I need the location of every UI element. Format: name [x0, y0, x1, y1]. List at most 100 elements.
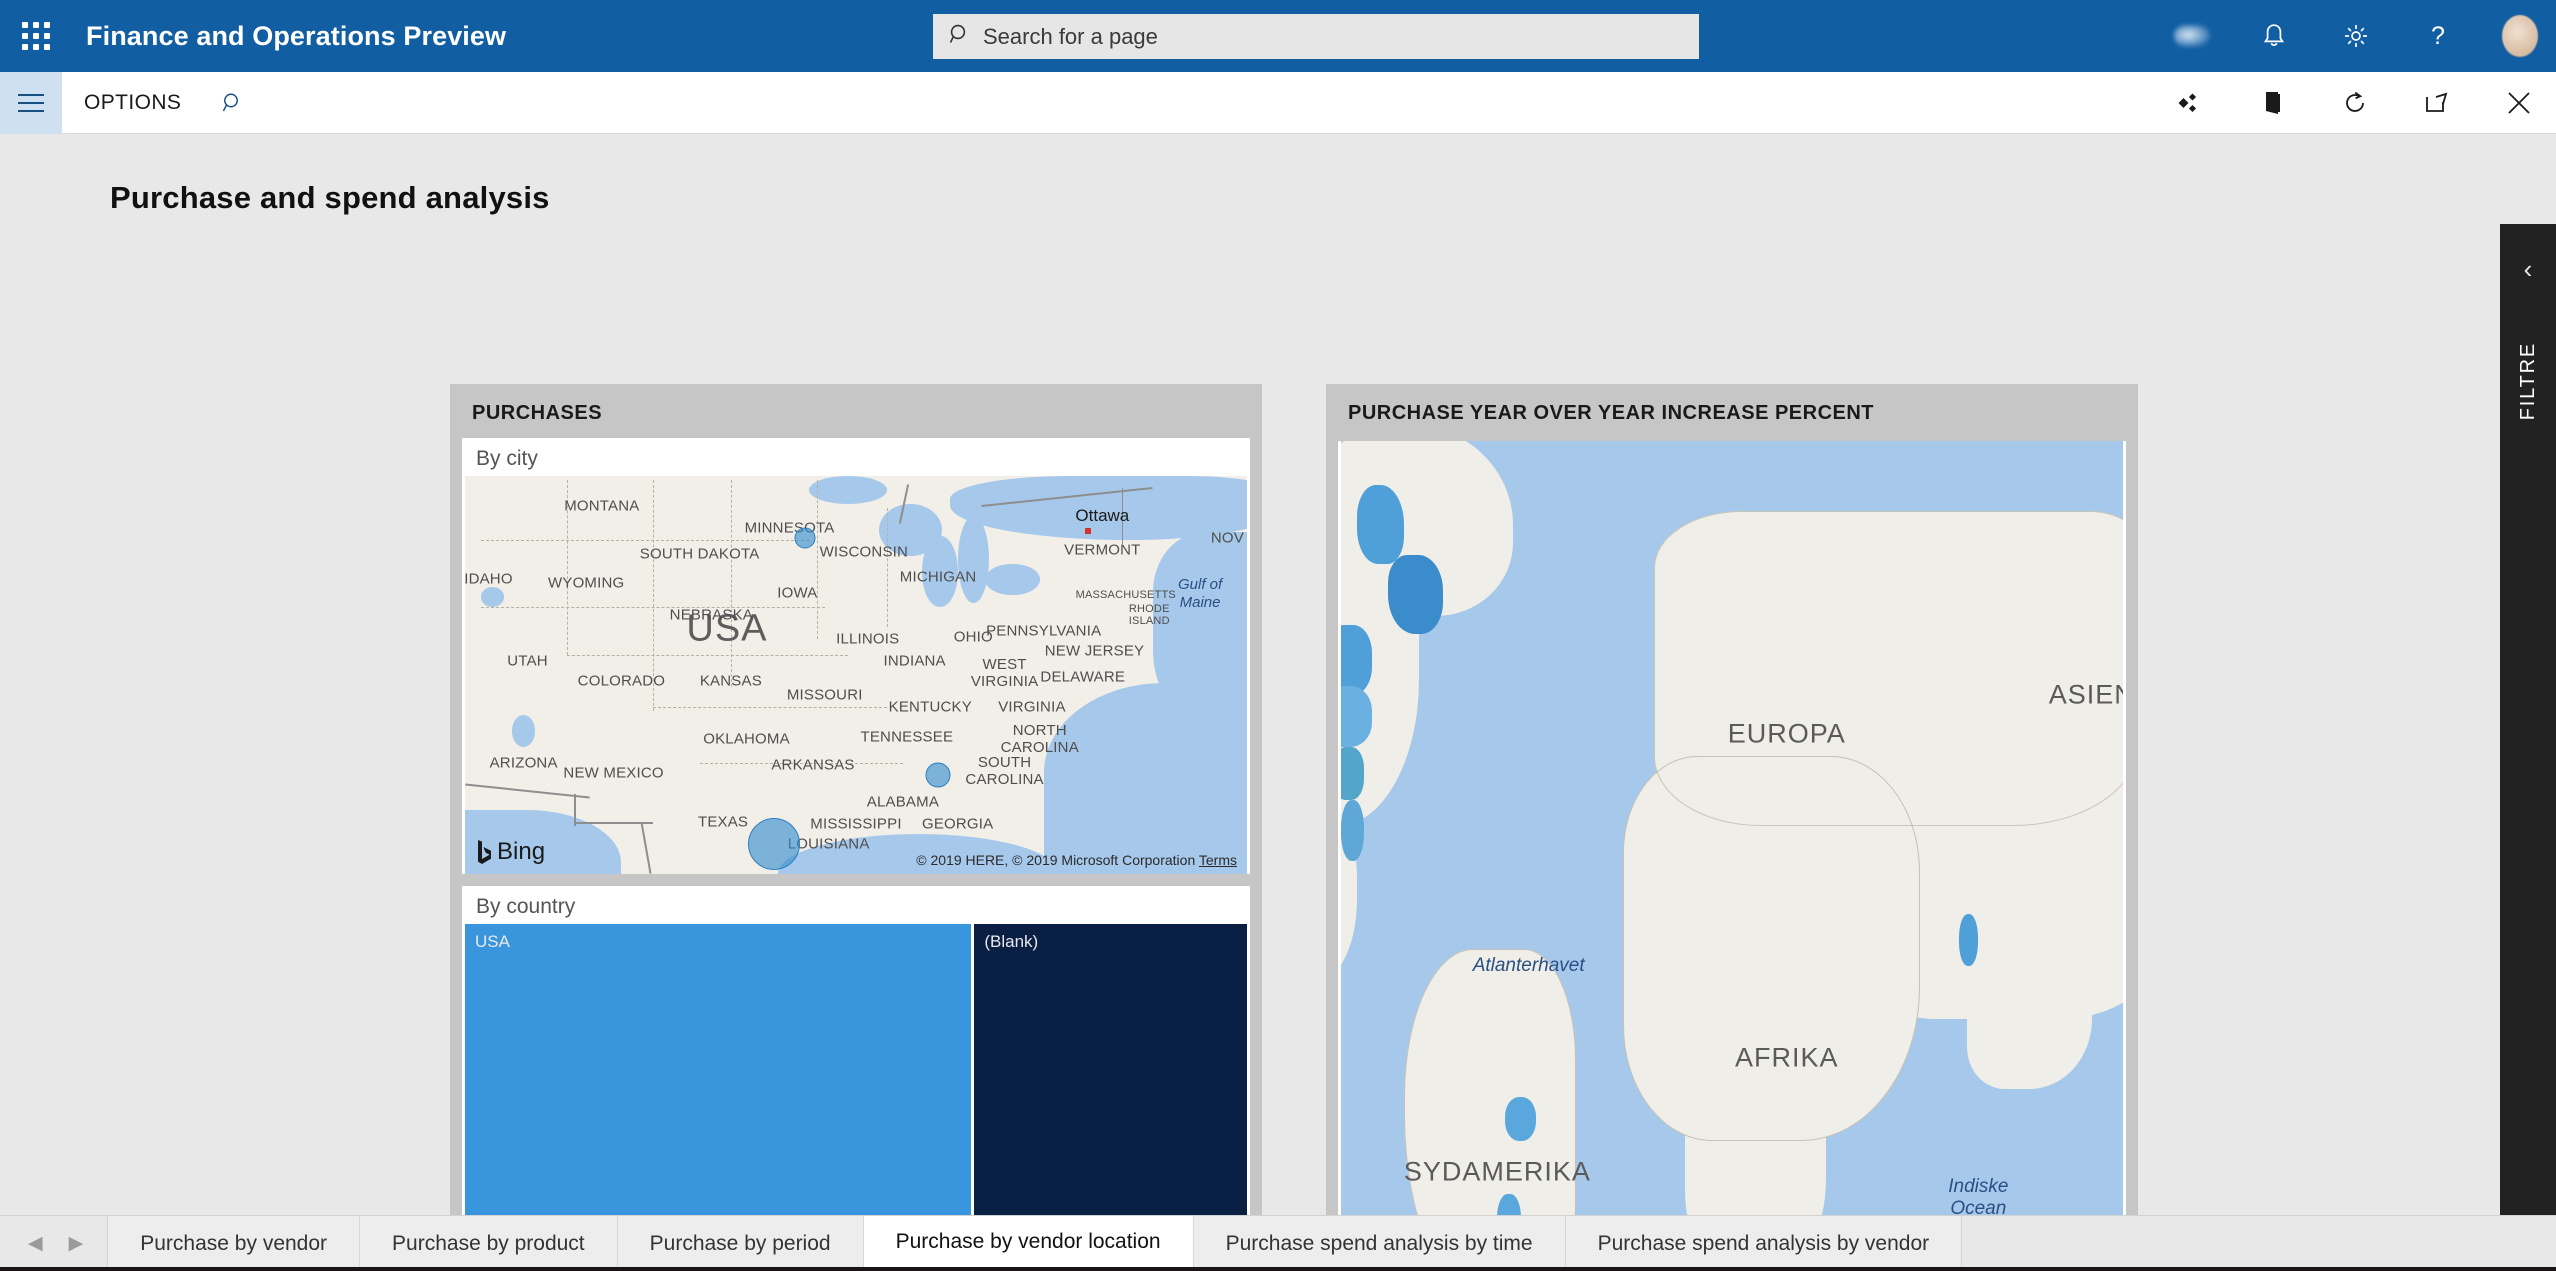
filter-panel-rail[interactable]: ‹ FILTRE [2500, 224, 2556, 1271]
tab-purchase-by-vendor[interactable]: Purchase by vendor [107, 1216, 360, 1271]
map-data-bubble[interactable] [747, 818, 800, 871]
map-state-label: NEBRASKA [669, 606, 753, 624]
panel-purchases-by-country: By country USA38,46tusind(Blank)20,66tus… [462, 886, 1250, 1271]
tile-yoy-header: PURCHASE YEAR OVER YEAR INCREASE PERCENT [1348, 402, 1875, 424]
map-state-label: MINNESOTA [744, 519, 835, 537]
tile-purchases-header: PURCHASES [472, 402, 603, 424]
world-continent-label: ASIEN [2048, 679, 2123, 710]
chevron-left-icon[interactable]: ‹ [2500, 254, 2556, 285]
map-state-label: OKLAHOMA [703, 730, 790, 748]
map-state-label: NEW JERSEY [1044, 642, 1145, 660]
panel-yoy-map: EUROPA ASIEN AFRIKA SYDAMERIKA Atlanterhave… [1338, 441, 2126, 1271]
map-state-label: WEST VIRGINIA [970, 656, 1039, 690]
search-icon [949, 23, 971, 50]
search-input[interactable] [983, 23, 1683, 50]
map-state-label: VIRGINIA [998, 698, 1066, 716]
tab-purchase-spend-analysis-by-time[interactable]: Purchase spend analysis by time [1192, 1216, 1565, 1271]
notifications-bell-icon[interactable] [2256, 18, 2292, 54]
tab-purchase-by-vendor-location[interactable]: Purchase by vendor location [862, 1216, 1193, 1271]
user-avatar[interactable] [2502, 15, 2538, 57]
map-state-label: INDIANA [883, 652, 946, 670]
tab-scroll-arrows: ◀ ▶ [0, 1216, 107, 1271]
map-state-label: TEXAS [697, 813, 749, 831]
world-continent-label: EUROPA [1727, 718, 1846, 749]
world-sea-label: Indiske Ocean [1948, 1176, 2009, 1219]
page-title: Purchase and spend analysis [110, 180, 550, 215]
tab-purchase-by-period[interactable]: Purchase by period [616, 1216, 863, 1271]
map-state-label: UTAH [507, 652, 548, 670]
panel-label-by-city: By city [476, 447, 538, 470]
hamburger-lines [18, 88, 44, 118]
treemap-cell-label: USA [475, 932, 510, 951]
tab-purchase-spend-analysis-by-vendor[interactable]: Purchase spend analysis by vendor [1564, 1216, 1963, 1271]
navigation-menu-icon[interactable] [0, 71, 62, 134]
treemap-cell-label: (Blank) [984, 932, 1039, 951]
map-data-bubble[interactable] [794, 527, 816, 549]
us-map-attribution-text: © 2019 HERE, © 2019 Microsoft Corporatio… [916, 852, 1196, 868]
waffle-grid [22, 22, 50, 50]
world-continent-label: SYDAMERIKA [1403, 1156, 1591, 1187]
company-picker-icon[interactable] [2174, 18, 2210, 54]
options-button[interactable]: OPTIONS [84, 91, 181, 115]
panel-label-by-country: By country [476, 895, 576, 918]
page-search-icon[interactable] [221, 91, 245, 115]
command-bar-icons [2176, 88, 2534, 118]
panel-purchases-by-city: By city USA MONTANA MINNESOTA SOUTH DAKO… [462, 438, 1250, 874]
tab-next-arrow[interactable]: ▶ [69, 1232, 84, 1255]
bing-logo-text: Bing [497, 838, 546, 865]
map-data-bubble[interactable] [925, 762, 951, 787]
world-continent-label: AFRIKA [1734, 1042, 1839, 1073]
map-state-label: MONTANA [564, 497, 640, 515]
page-content: Purchase and spend analysis PURCHASES By… [0, 134, 2556, 1271]
top-bar-icon-group: ? [2174, 0, 2538, 72]
help-question-icon[interactable]: ? [2420, 18, 2456, 54]
map-state-label: WISCONSIN [819, 543, 909, 561]
tab-purchase-by-product[interactable]: Purchase by product [359, 1216, 617, 1271]
map-state-label: NEW MEXICO [563, 764, 664, 781]
svg-text:?: ? [2431, 22, 2445, 50]
app-title: Finance and Operations Preview [86, 20, 507, 51]
settings-gear-icon[interactable] [2338, 18, 2374, 54]
window-bottom-edge [0, 1267, 2556, 1271]
map-state-label: ILLINOIS [836, 630, 900, 648]
map-state-label: NOV [1210, 529, 1244, 547]
map-state-label: SOUTH CAROLINA [965, 753, 1044, 788]
refresh-icon[interactable] [2340, 88, 2370, 118]
map-state-label: DELAWARE [1040, 668, 1126, 686]
map-state-label: ARIZONA [489, 754, 558, 772]
map-city-dot [1085, 527, 1092, 534]
app-launcher-icon[interactable] [0, 0, 72, 72]
map-state-label: MISSOURI [786, 686, 863, 704]
map-state-label: SOUTH DAKOTA [639, 545, 760, 563]
map-state-label: GEORGIA [921, 815, 994, 833]
tab-prev-arrow[interactable]: ◀ [28, 1232, 43, 1255]
tile-purchase-yoy: PURCHASE YEAR OVER YEAR INCREASE PERCENT [1326, 384, 2138, 1271]
map-state-label: NORTH CAROLINA [1000, 721, 1079, 756]
us-map-terms-link[interactable]: Terms [1199, 852, 1237, 868]
map-state-label: ARKANSAS [771, 756, 855, 774]
open-in-office-icon[interactable] [2258, 88, 2288, 118]
map-state-label: COLORADO [577, 672, 666, 690]
map-state-label: IOWA [777, 584, 818, 602]
map-state-label: LOUISIANA [787, 835, 870, 853]
tab-list: Purchase by vendor Purchase by product Pur… [107, 1216, 1963, 1271]
map-state-label: MICHIGAN [899, 568, 977, 586]
map-state-label: RHODE ISLAND [1128, 603, 1170, 628]
pop-out-icon[interactable] [2422, 88, 2452, 118]
map-city-label: Ottawa [1075, 505, 1130, 525]
map-state-label: MASSACHUSETTS [1075, 589, 1176, 602]
close-icon[interactable] [2504, 88, 2534, 118]
us-map-visual[interactable]: USA MONTANA MINNESOTA SOUTH DAKOTA WISCONSI… [465, 476, 1247, 874]
map-state-label: WYOMING [548, 574, 625, 592]
map-water-label: Gulf of Maine [1177, 576, 1223, 611]
command-bar: OPTIONS [0, 71, 2556, 134]
map-state-label: VERMONT [1064, 541, 1141, 559]
world-map-visual[interactable]: EUROPA ASIEN AFRIKA SYDAMERIKA Atlanterhave… [1341, 441, 2123, 1271]
map-state-label: MISSISSIPPI [810, 815, 902, 833]
attachments-icon[interactable] [2176, 88, 2206, 118]
global-search-box[interactable] [933, 14, 1699, 59]
application-window: Finance and Operations Preview Search fo… [0, 0, 2556, 1271]
us-map-attribution: © 2019 HERE, © 2019 Microsoft Corporatio… [916, 852, 1237, 868]
map-state-label: PENNSYLVANIA [986, 622, 1102, 640]
filter-panel-label: FILTRE [2517, 342, 2539, 421]
